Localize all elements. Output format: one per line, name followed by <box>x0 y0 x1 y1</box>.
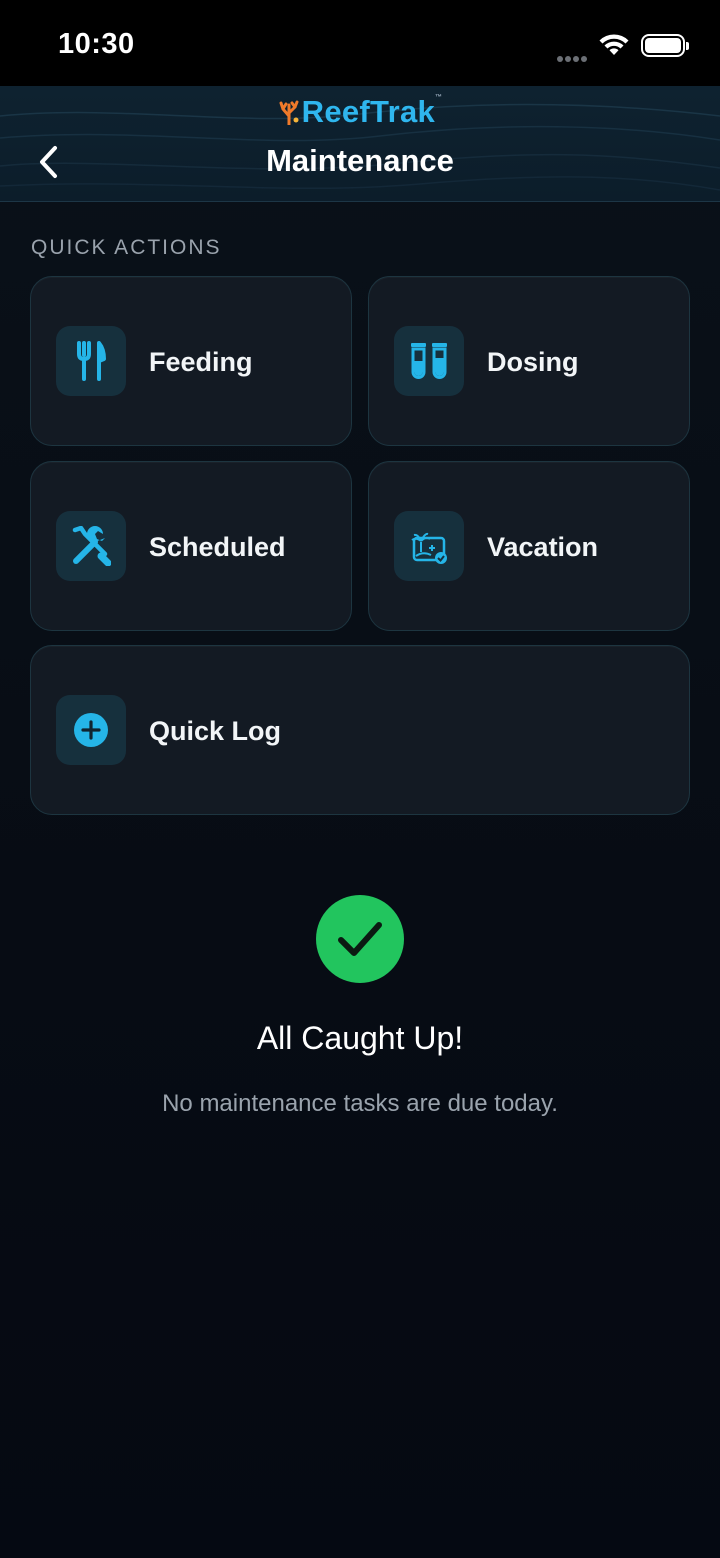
icon-box <box>56 326 126 396</box>
signal-icon <box>557 49 589 67</box>
icon-box <box>394 326 464 396</box>
feeding-label: Feeding <box>149 346 253 377</box>
status-time: 10:30 <box>58 28 135 60</box>
section-label-quick-actions: QUICK ACTIONS <box>31 236 222 259</box>
battery-icon <box>641 34 689 57</box>
quick-log-button[interactable]: Quick Log <box>30 645 690 815</box>
dosing-label: Dosing <box>487 346 579 377</box>
quick-log-label: Quick Log <box>149 715 282 746</box>
scheduled-button[interactable]: Scheduled <box>30 461 352 631</box>
icon-box <box>394 511 464 581</box>
page-title: Maintenance <box>266 143 454 178</box>
empty-state-subtitle: No maintenance tasks are due today. <box>162 1090 558 1117</box>
empty-state-title: All Caught Up! <box>256 1020 464 1056</box>
vacation-label: Vacation <box>487 531 599 562</box>
icon-box <box>56 511 126 581</box>
coral-icon <box>279 100 299 125</box>
test-tubes-icon <box>411 343 447 379</box>
status-bar: 10:30 <box>0 0 720 86</box>
plus-circle-icon <box>74 713 108 747</box>
dosing-button[interactable]: Dosing <box>368 276 690 446</box>
brand-name: ReefTrak <box>301 94 436 129</box>
wrench-screwdriver-icon <box>72 526 111 566</box>
maintenance-screen: 10:30 ReefTrak™ Maintenance QUICK ACTION… <box>0 0 720 1558</box>
brand-trademark: ™ <box>435 94 443 101</box>
vacation-button[interactable]: Vacation <box>368 461 690 631</box>
checkmark-icon <box>338 922 382 956</box>
nav-header: ReefTrak™ Maintenance <box>0 86 720 202</box>
wifi-icon <box>599 34 629 55</box>
feeding-button[interactable]: Feeding <box>30 276 352 446</box>
scheduled-label: Scheduled <box>149 531 286 562</box>
success-check-icon <box>316 895 404 983</box>
fork-knife-icon <box>77 341 106 381</box>
icon-box <box>56 695 126 765</box>
brand-logo: ReefTrak™ <box>0 94 720 130</box>
palm-tree-icon <box>411 532 447 564</box>
